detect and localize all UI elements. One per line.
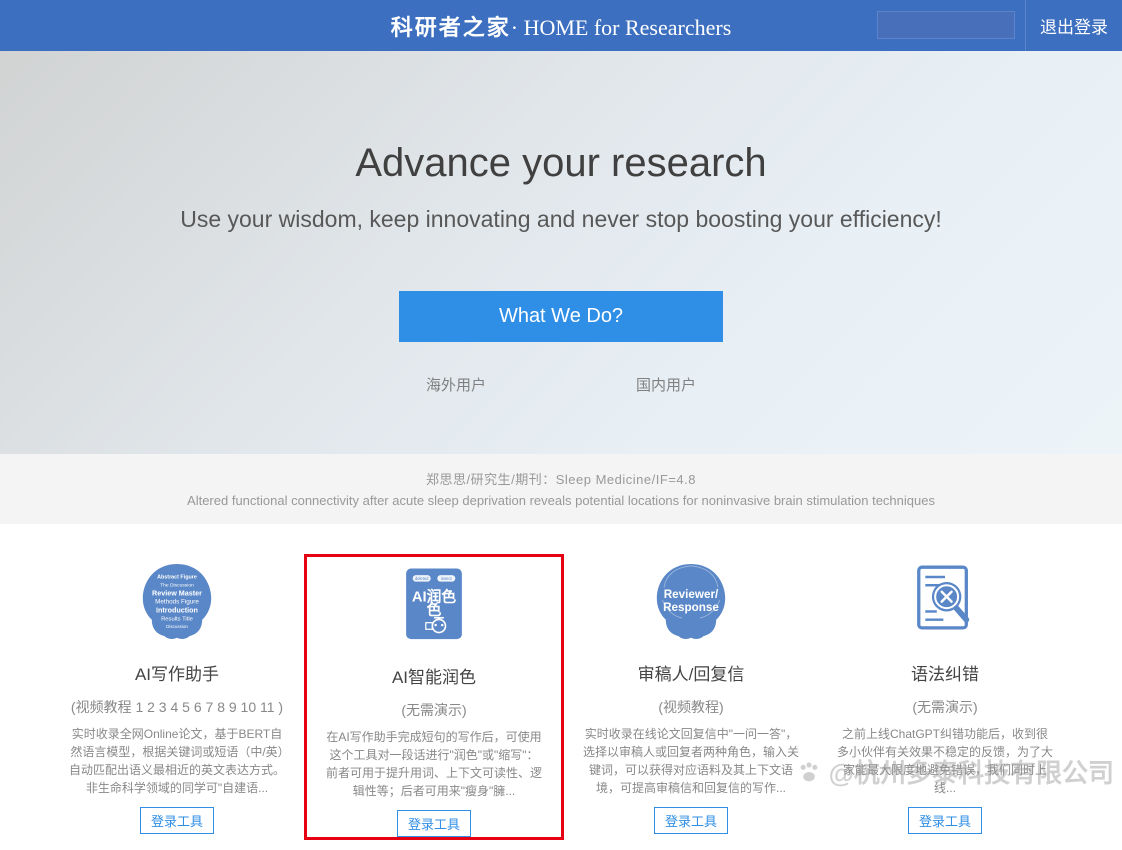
svg-text:Abstract Figure: Abstract Figure	[157, 574, 197, 580]
card-grammar-check: 语法纠错 (无需演示) 之前上线ChatGPT纠错功能后，收到很多小伙伴有关效果…	[818, 554, 1072, 840]
brand-sep: ·	[511, 15, 524, 40]
card-desc: 在AI写作助手完成短句的写作后，可使用这个工具对一段话进行"润色"或"缩写"：前…	[325, 728, 543, 800]
domestic-user-link[interactable]: 国内用户	[636, 374, 696, 395]
hero-section: Advance your research Use your wisdom, k…	[0, 51, 1122, 454]
svg-text:insect: insect	[441, 576, 453, 581]
card-title: AI写作助手	[135, 660, 219, 685]
overseas-user-link[interactable]: 海外用户	[426, 374, 486, 395]
card-subtitle: (视频教程 1 2 3 4 5 6 7 8 9 10 11 )	[71, 697, 283, 717]
hero-subtitle: Use your wisdom, keep innovating and nev…	[180, 206, 942, 233]
card-reviewer-response: Reviewer/ Response 审稿人/回复信 (视频教程) 实时收录在线…	[564, 554, 818, 840]
svg-text:Response: Response	[663, 600, 719, 613]
card-subtitle: (视频教程)	[658, 697, 723, 717]
card-ai-polish: deleted insect AI润色 色 AI智能润色 (无需演示) 在AI写…	[304, 554, 564, 840]
user-links: 海外用户 国内用户	[426, 374, 696, 395]
login-tool-button[interactable]: 登录工具	[397, 810, 471, 837]
brand-en: HOME for Researchers	[524, 15, 732, 40]
hero-title: Advance your research	[355, 141, 766, 186]
brain-words-icon: Abstract Figure The Discussion Review Ma…	[132, 554, 222, 646]
card-title: 语法纠错	[911, 660, 979, 685]
brand-title: 科研者之家· HOME for Researchers	[391, 10, 732, 42]
card-title: AI智能润色	[392, 663, 476, 688]
brain-reviewer-icon: Reviewer/ Response	[646, 554, 736, 646]
svg-text:色: 色	[427, 600, 442, 618]
card-title: 审稿人/回复信	[638, 660, 745, 685]
doc-ai-icon: deleted insect AI润色 色	[389, 557, 479, 649]
card-subtitle: (无需演示)	[912, 697, 977, 717]
card-desc: 实时收录全网Online论文，基于BERT自然语言模型，根据关键词或短语（中/英…	[68, 725, 286, 797]
info-bar: 郑思思/研究生/期刊：Sleep Medicine/IF=4.8 Altered…	[0, 454, 1122, 524]
svg-text:Results Title: Results Title	[161, 616, 193, 622]
card-desc: 之前上线ChatGPT纠错功能后，收到很多小伙伴有关效果不稳定的反馈，为了大家能…	[836, 725, 1054, 797]
magnifier-x-icon	[900, 554, 990, 646]
header-right: 退出登录	[867, 0, 1122, 51]
svg-text:The Discussion: The Discussion	[160, 582, 194, 588]
info-line-2: Altered functional connectivity after ac…	[20, 491, 1102, 512]
svg-text:Discussion: Discussion	[166, 623, 188, 628]
card-ai-writing: Abstract Figure The Discussion Review Ma…	[50, 554, 304, 840]
svg-text:Reviewer/: Reviewer/	[664, 588, 719, 601]
svg-text:Introduction: Introduction	[156, 605, 198, 614]
login-tool-button[interactable]: 登录工具	[140, 807, 214, 834]
login-tool-button[interactable]: 登录工具	[908, 807, 982, 834]
header: 科研者之家· HOME for Researchers 退出登录	[0, 0, 1122, 51]
brand-cn: 科研者之家	[391, 15, 511, 40]
logout-button[interactable]: 退出登录	[1025, 0, 1122, 51]
svg-text:Methods Figure: Methods Figure	[155, 598, 199, 605]
card-desc: 实时收录在线论文回复信中"一问一答"，选择以审稿人或回复者两种角色，输入关键词，…	[582, 725, 800, 797]
card-subtitle: (无需演示)	[401, 700, 466, 720]
svg-text:Review Master: Review Master	[152, 588, 202, 597]
svg-text:deleted: deleted	[415, 576, 429, 581]
login-tool-button[interactable]: 登录工具	[654, 807, 728, 834]
cards-section: Abstract Figure The Discussion Review Ma…	[0, 524, 1122, 850]
search-input[interactable]	[877, 11, 1015, 39]
what-we-do-button[interactable]: What We Do?	[399, 291, 723, 342]
info-line-1: 郑思思/研究生/期刊：Sleep Medicine/IF=4.8	[20, 470, 1102, 491]
